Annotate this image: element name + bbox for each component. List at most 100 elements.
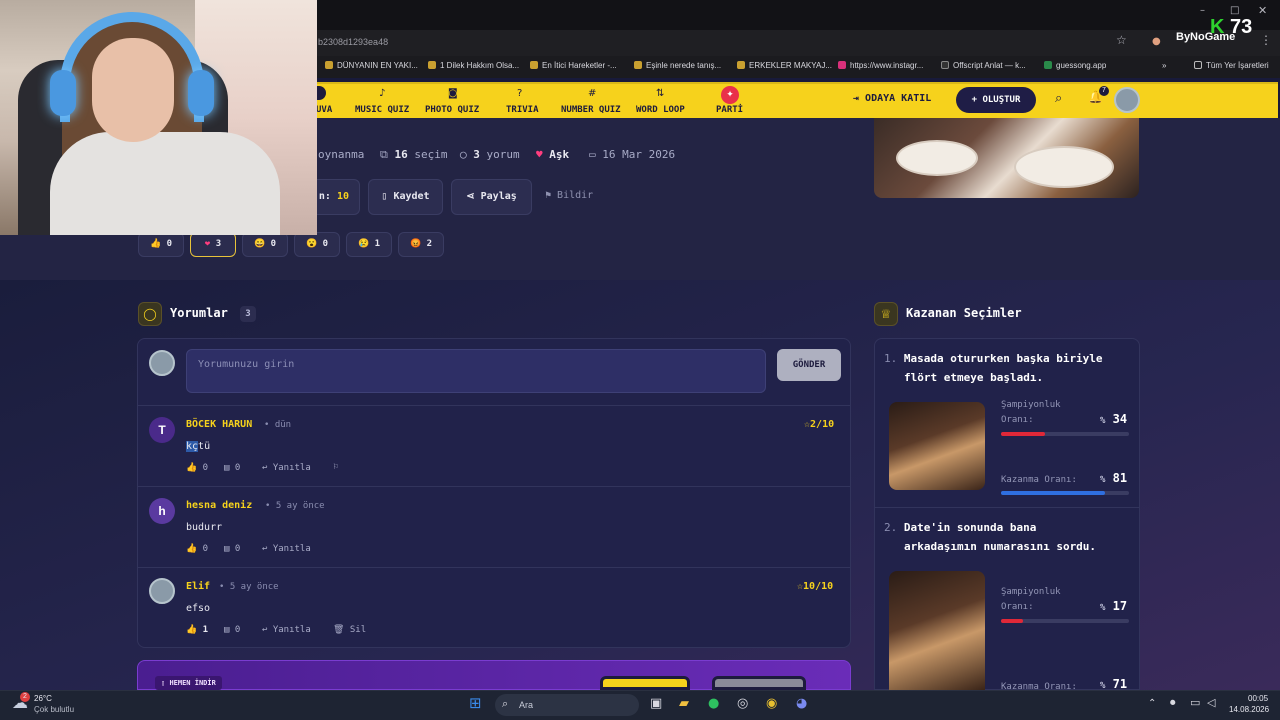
taskbar-search[interactable]: Ara [495,694,639,716]
app-icon[interactable]: ◎ [737,696,748,711]
calendar-icon: ▭ [589,148,603,161]
nav-item-music-quiz[interactable]: MUSIC QUIZ [355,105,409,115]
network-icon[interactable]: ▭ [1190,696,1200,709]
send-comment-button[interactable]: GÖNDER [777,349,841,381]
bookmark-item[interactable]: guessong.app [1044,61,1106,70]
chrome-icon[interactable]: ◉ [766,696,777,711]
report-button[interactable]: ⚑ Bildir [545,190,593,201]
comment-text: budurr [186,522,223,533]
microphone-icon[interactable]: ⏺ [1170,696,1176,710]
like-button[interactable]: 👍 0 [186,544,208,554]
comment-score: ☆10/10 [797,581,834,592]
bookmarks-more-icon[interactable]: » [1162,61,1166,70]
winner-image [889,402,985,490]
reply-button[interactable]: ↩ Yanıtla [262,463,311,473]
message-icon: ▤ [224,625,235,635]
category-tag[interactable]: ♥ Aşk [536,148,569,161]
clock-date[interactable]: 14.08.2026 [1229,705,1269,714]
comment-input[interactable]: Yorumunuzu girin [186,349,766,393]
wow-emoji-icon: 😮 [305,239,318,249]
bookmark-item[interactable]: DÜNYANIN EN YAKI... [325,61,418,70]
share-button[interactable]: ⋖ Paylaş [451,179,532,215]
share-icon: ⋖ [466,191,481,202]
hash-icon: # [588,88,597,99]
reply-arrow-icon: ↩ [262,625,273,635]
nav-item-word-loop[interactable]: WORD LOOP [636,105,685,115]
comment-text: kçtü [186,441,211,452]
file-explorer-icon[interactable]: ▰ [679,696,689,711]
all-bookmarks-link[interactable]: Tüm Yer İşaretleri [1194,61,1269,70]
bookmark-item[interactable]: Eşinle nerede tanış... [634,61,721,70]
reaction-angry[interactable]: 😡 2 [398,232,444,257]
reaction-laugh[interactable]: 😄 0 [242,232,288,257]
nav-item-parti[interactable]: PARTİ [716,105,743,115]
thumbs-up-emoji-icon: 👍 [149,239,162,249]
win-rate-bar [1001,491,1129,495]
win-rate-label: Kazanma Oranı: [1001,475,1077,485]
search-icon[interactable]: ⌕ [1055,91,1062,106]
bookmark-item[interactable]: Offscript Anlat — k... [941,61,1026,70]
comment-author[interactable]: BÖCEK HARUN [186,419,252,430]
notification-badge: 7 [1099,86,1109,96]
loop-arrows-icon: ⇅ [656,88,665,99]
close-icon[interactable]: ✕ [1258,4,1267,17]
stream-overlay-counter: K 73 [1210,16,1253,38]
reply-button[interactable]: ↩ Yanıtla [262,544,311,554]
thumbs-up-icon: 👍 [186,625,203,635]
weather-temp[interactable]: 26°C [34,694,52,703]
reply-arrow-icon: ↩ [262,544,273,554]
reaction-love[interactable]: ❤ 3 [190,232,236,257]
champion-rate-bar [1001,432,1129,436]
comment-icon: ◯ [460,148,474,161]
nav-item-uva[interactable]: UVA [316,105,332,115]
reply-arrow-icon: ↩ [262,463,273,473]
windows-start-icon[interactable]: ⊞ [469,694,482,712]
camera-icon: ◙ [448,88,458,99]
save-button[interactable]: ▯ Kaydet [368,179,443,215]
laugh-emoji-icon: 😄 [253,239,266,249]
nav-item-number-quiz[interactable]: NUMBER QUIZ [561,105,621,115]
bookmark-item[interactable]: https://www.instagr... [838,61,923,70]
comment-author[interactable]: Elif [186,581,210,592]
choices-stat: ⧉ 16 seçim [380,148,448,161]
bookmark-item[interactable]: En İtici Hareketler -... [530,61,617,70]
current-user-avatar [149,350,175,376]
comments-stat: ◯ 3 yorum [460,148,520,161]
weather-badge: 2 [20,692,30,702]
user-avatar[interactable] [1114,87,1140,113]
extension-icon[interactable]: ● [1152,36,1161,47]
spotify-icon[interactable]: ● [708,696,719,711]
join-room-button[interactable]: ⇥ ODAYA KATIL [853,93,931,104]
reaction-wow[interactable]: 😮 0 [294,232,340,257]
minimize-icon[interactable]: – [1200,5,1205,16]
discord-icon[interactable]: ◕ [796,696,807,711]
nav-item-photo-quiz[interactable]: PHOTO QUIZ [425,105,479,115]
sad-emoji-icon: 😢 [357,239,370,249]
plays-label: oynanma [318,148,365,161]
comment-time: • dün [264,420,292,430]
bookmark-item[interactable]: ERKEKLER MAKYAJ... [737,61,832,70]
maximize-icon[interactable]: □ [1230,5,1239,16]
kebab-menu-icon[interactable]: ⋮ [1260,33,1272,47]
reaction-sad[interactable]: 😢 1 [346,232,392,257]
star-icon[interactable]: ☆ [1116,33,1127,47]
bookmark-item[interactable]: 1 Dilek Hakkım Olsa... [428,61,519,70]
task-view-icon[interactable]: ▣ [650,696,662,711]
flag-icon[interactable]: ⚐ [333,462,338,472]
avatar: T [149,417,175,443]
create-button[interactable]: + OLUŞTUR [956,87,1036,113]
delete-button[interactable]: 🗑 Sil [333,625,366,635]
clock-time[interactable]: 00:05 [1248,694,1268,703]
reply-button[interactable]: ↩ Yanıtla [262,625,311,635]
like-button[interactable]: 👍 1 [186,625,208,635]
comment-author[interactable]: hesna deniz [186,500,252,511]
champion-rate-label: Şampiyonluk Oranı: [1001,587,1061,612]
reaction-like[interactable]: 👍 0 [138,232,184,257]
url-text[interactable]: b2308d1293ea48 [318,37,388,47]
weather-desc[interactable]: Çok bulutlu [34,705,74,714]
chevron-up-icon[interactable]: ⌃ [1148,698,1156,709]
volume-icon[interactable]: ◁ [1207,696,1215,709]
avatar: h [149,498,175,524]
nav-item-trivia[interactable]: TRIVIA [506,105,539,115]
like-button[interactable]: 👍 0 [186,463,208,473]
